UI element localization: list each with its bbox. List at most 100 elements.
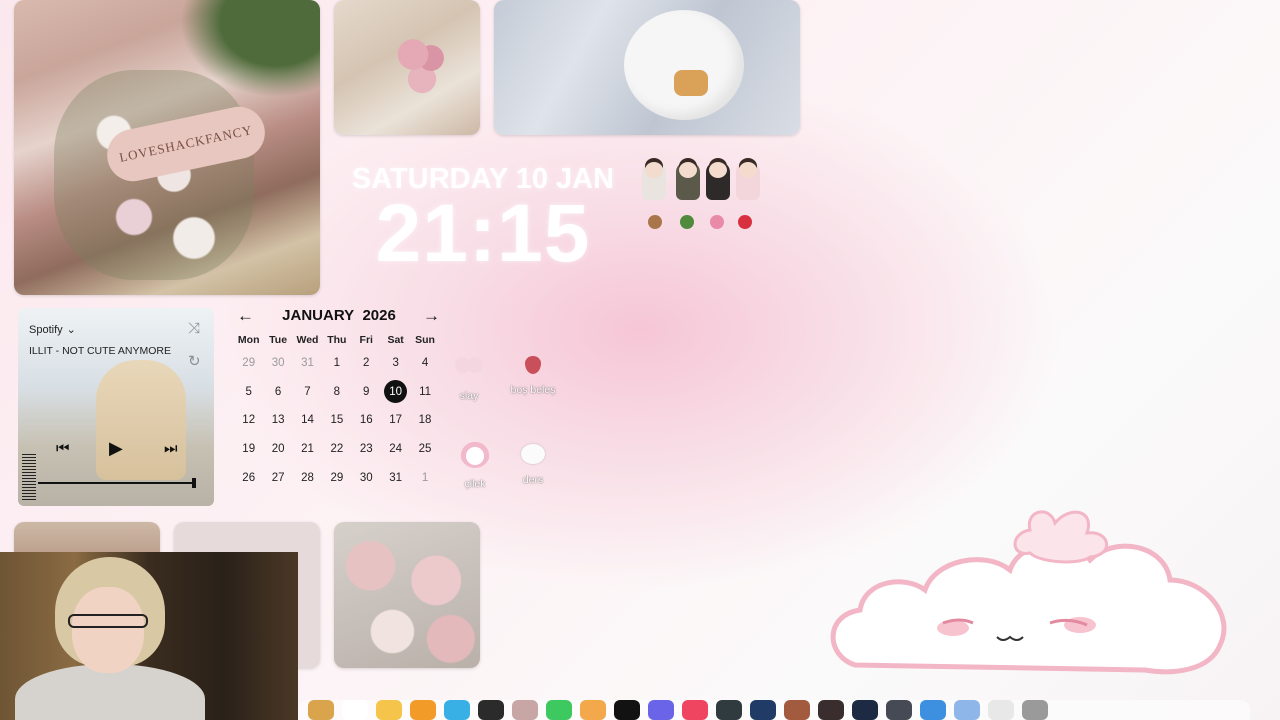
calendar-day[interactable]: 18 xyxy=(410,406,439,435)
calendar-day[interactable]: 26 xyxy=(234,463,263,492)
discord-icon[interactable] xyxy=(648,700,674,720)
spotify-icon[interactable] xyxy=(614,700,640,720)
terminal-icon[interactable] xyxy=(716,700,742,720)
song-title: ILLIT - NOT CUTE ANYMORE xyxy=(29,345,171,357)
rose-bouquet xyxy=(392,30,452,100)
duck-figure xyxy=(624,10,744,120)
arrow-left-icon[interactable]: ← xyxy=(237,304,254,328)
finder-icon[interactable] xyxy=(308,700,334,720)
calendar-app-icon[interactable] xyxy=(342,700,368,720)
calendar-day[interactable]: 21 xyxy=(293,435,322,464)
shop-photo-widget[interactable]: LOVESHACKFANCY xyxy=(14,0,320,295)
cloud-body xyxy=(830,541,1227,675)
clock-time: 21:15 xyxy=(375,188,591,279)
calendar-day[interactable]: 1 xyxy=(322,349,351,378)
calendar-day[interactable]: 31 xyxy=(293,349,322,378)
whatsapp-icon[interactable] xyxy=(546,700,572,720)
calendar-day[interactable]: 1 xyxy=(410,463,439,492)
calendar-day[interactable]: 28 xyxy=(293,463,322,492)
desktop-icon-ders[interactable]: ders xyxy=(498,438,568,486)
book-rose-photo-widget[interactable] xyxy=(334,0,480,135)
desktop-icon-bos-beles[interactable]: boş beleş xyxy=(498,350,568,396)
calendar-day[interactable]: 29 xyxy=(234,349,263,378)
calendar-day[interactable]: 2 xyxy=(352,349,381,378)
calendar-day[interactable]: 7 xyxy=(293,378,322,407)
calendar-day[interactable]: 30 xyxy=(263,349,292,378)
desktop-icon-label: ders xyxy=(522,474,544,486)
calendar-day[interactable]: 19 xyxy=(234,435,263,464)
music-icon[interactable] xyxy=(682,700,708,720)
obs-icon[interactable] xyxy=(852,700,878,720)
calendar-day[interactable]: 31 xyxy=(381,463,410,492)
repeat-icon[interactable]: ↻ xyxy=(188,352,201,370)
webcam-overlay xyxy=(0,552,298,720)
calendar-day[interactable]: 25 xyxy=(410,435,439,464)
shuffle-icon[interactable]: ⤨ xyxy=(188,320,200,337)
calendar-day[interactable]: 12 xyxy=(234,406,263,435)
left-cheek xyxy=(937,620,969,636)
calendar-day[interactable]: 6 xyxy=(263,378,292,407)
strawberry-icon xyxy=(525,356,541,374)
steam-icon[interactable] xyxy=(750,700,776,720)
hello-kitty-icon xyxy=(521,444,545,464)
today-marker: 10 xyxy=(384,380,408,404)
game-icon[interactable] xyxy=(784,700,810,720)
progress-knob[interactable] xyxy=(192,478,196,488)
day-grid: 29 30 31 1 2 3 4 5 6 7 8 9 10 11 12 13 14 15 16 17 18 19 20 21 2… xyxy=(234,349,444,492)
progress-bar[interactable] xyxy=(38,482,194,484)
duck-beak xyxy=(674,70,708,96)
calendar-day[interactable]: 5 xyxy=(234,378,263,407)
pig-icon xyxy=(710,215,724,229)
app-icon[interactable] xyxy=(818,700,844,720)
play-button[interactable]: ▶ xyxy=(109,438,123,459)
calendar-day[interactable]: 13 xyxy=(263,406,292,435)
calendar-day[interactable]: 22 xyxy=(322,435,351,464)
duck-photo-widget[interactable] xyxy=(494,0,800,135)
calendar-day[interactable]: 15 xyxy=(322,406,351,435)
my-melody-icon xyxy=(460,438,490,468)
weekday-label: Tue xyxy=(269,334,288,346)
photos-icon[interactable] xyxy=(580,700,606,720)
calendar-day[interactable]: 30 xyxy=(352,463,381,492)
calendar-day[interactable]: 16 xyxy=(352,406,381,435)
pages-icon[interactable] xyxy=(410,700,436,720)
app-store-icon[interactable] xyxy=(444,700,470,720)
photos-folder-icon[interactable] xyxy=(512,700,538,720)
calendar-day-today[interactable]: 10 xyxy=(381,378,410,407)
desktop-icon-slay[interactable]: slay xyxy=(434,350,504,402)
calendar-day[interactable]: 9 xyxy=(352,378,381,407)
strawberry-small-icon xyxy=(738,215,752,229)
flowers-photo-widget[interactable] xyxy=(334,522,480,668)
calendar-day[interactable]: 24 xyxy=(381,435,410,464)
calendar-day[interactable]: 3 xyxy=(381,349,410,378)
glasses-icon xyxy=(68,614,148,628)
spotify-source-dropdown[interactable]: Spotify ⌄ xyxy=(29,323,76,337)
document-icon[interactable] xyxy=(988,700,1014,720)
downloads-icon[interactable] xyxy=(954,700,980,720)
trash-icon[interactable] xyxy=(1022,700,1048,720)
weekday-label: Fri xyxy=(359,334,373,346)
character-sticker-widget xyxy=(638,160,768,240)
safari-icon[interactable] xyxy=(478,700,504,720)
calendar-day[interactable]: 8 xyxy=(322,378,351,407)
folder-icon[interactable] xyxy=(920,700,946,720)
dock xyxy=(298,700,1250,720)
calendar-day[interactable]: 17 xyxy=(381,406,410,435)
weekday-label: Thu xyxy=(327,334,347,346)
character-2-icon xyxy=(676,162,700,200)
next-track-button[interactable]: ⏭ xyxy=(164,440,178,457)
weekday-label: Sun xyxy=(415,334,435,346)
calendar-year: 2026 xyxy=(362,307,396,324)
dinosaur-icon xyxy=(680,215,694,229)
calendar-day[interactable]: 14 xyxy=(293,406,322,435)
calendar-day[interactable]: 27 xyxy=(263,463,292,492)
calendar-day[interactable]: 23 xyxy=(352,435,381,464)
calendar-day[interactable]: 20 xyxy=(263,435,292,464)
previous-track-button[interactable]: ⏮ xyxy=(56,440,70,457)
notes-icon[interactable] xyxy=(376,700,402,720)
arrow-right-icon[interactable]: → xyxy=(423,304,440,328)
chevron-down-icon: ⌄ xyxy=(66,324,76,336)
settings-icon[interactable] xyxy=(886,700,912,720)
spotify-widget[interactable]: Spotify ⌄ ILLIT - NOT CUTE ANYMORE ⤨ ↻ ⏮… xyxy=(18,308,214,506)
calendar-day[interactable]: 29 xyxy=(322,463,351,492)
